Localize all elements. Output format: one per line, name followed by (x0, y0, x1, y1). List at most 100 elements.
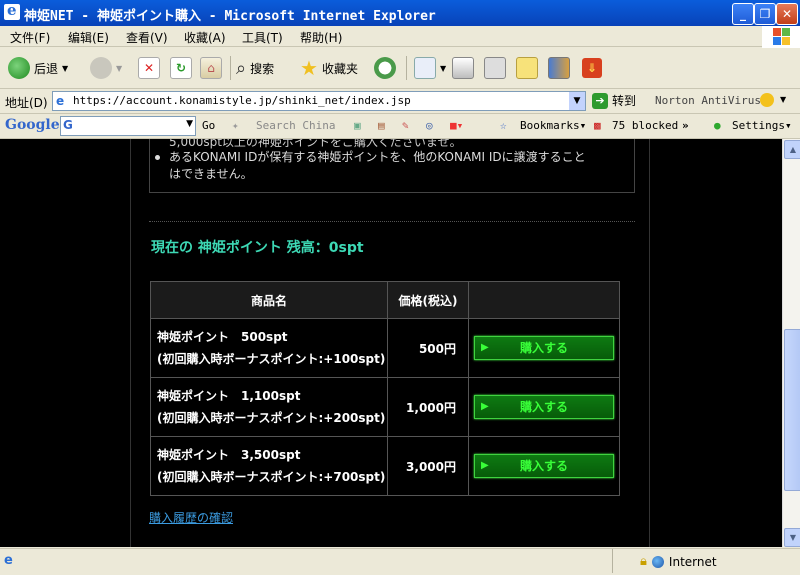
history-button[interactable] (374, 54, 396, 82)
home-icon: ⌂ (200, 57, 222, 79)
google-go-button[interactable]: Go (202, 119, 215, 132)
scroll-thumb[interactable] (784, 329, 800, 491)
minimize-button[interactable]: _ (732, 3, 754, 25)
google-apps-icon[interactable]: ■▾ (450, 119, 463, 132)
content-column: 5,000spt以上の神姫ポイントをご購入くださいませ。 あるKONAMI ID… (130, 139, 650, 547)
security-zone: 🔒︎ Internet (640, 554, 717, 569)
google-news-icon[interactable]: ▣ (354, 119, 361, 132)
google-input-dropdown-icon[interactable]: ▼ (186, 119, 193, 129)
play-arrow-icon: ▶ (481, 401, 489, 412)
buy-button-label: 購入する (519, 341, 568, 355)
popup-blocked-count[interactable]: 75 blocked (612, 119, 678, 132)
edit-button[interactable] (484, 54, 506, 82)
close-button[interactable]: ✕ (776, 3, 798, 25)
menu-tools[interactable]: 工具(T) (242, 29, 283, 46)
buy-button-label: 購入する (519, 459, 568, 473)
product-bonus: (初回購入時ボーナスポイント:+700spt) (157, 470, 386, 484)
buy-cell: ▶ 購入する (468, 436, 620, 496)
globe-icon (651, 555, 664, 568)
vertical-scrollbar[interactable]: ▲ ▼ (782, 139, 800, 547)
refresh-icon: ↻ (170, 57, 192, 79)
table-row: 神姫ポイント 3,500spt (初回購入時ボーナスポイント:+700spt) … (150, 436, 620, 496)
play-arrow-icon: ▶ (481, 460, 489, 471)
printer-icon (452, 57, 474, 79)
stop-button[interactable]: ✕ (138, 54, 160, 82)
bookmarks-star-icon: ☆ (500, 119, 507, 132)
back-arrow-icon (8, 57, 30, 79)
norton-dropdown-icon[interactable]: ▼ (780, 95, 786, 104)
page-icon: e (56, 94, 65, 108)
product-price: 500円 (387, 318, 469, 378)
refresh-button[interactable]: ↻ (170, 54, 192, 82)
product-table: 商品名 価格(税込) 神姫ポイント 500spt (初回購入時ボーナスポイント:… (150, 281, 620, 496)
menu-edit[interactable]: 编辑(E) (68, 29, 109, 46)
product-price: 3,000円 (387, 436, 469, 496)
buy-button[interactable]: ▶ 購入する (474, 395, 614, 419)
forward-button[interactable]: ▼ (90, 54, 122, 82)
product-name-cell: 神姫ポイント 3,500spt (初回購入時ボーナスポイント:+700spt) (150, 436, 388, 496)
address-bar: 地址(D) e https://account.konamistyle.jp/s… (0, 89, 800, 114)
google-page-icon[interactable]: ▤ (378, 119, 385, 132)
norton-icon[interactable] (760, 93, 774, 107)
buy-button[interactable]: ▶ 購入する (474, 454, 614, 478)
go-arrow-icon: ➔ (592, 92, 608, 109)
menu-view[interactable]: 查看(V) (126, 29, 168, 46)
more-chevron-icon[interactable]: » (682, 119, 689, 132)
menu-file[interactable]: 文件(F) (10, 29, 50, 46)
table-header-row: 商品名 価格(税込) (150, 281, 620, 319)
product-name: 神姫ポイント 500spt (157, 330, 288, 344)
star-icon: ★ (300, 56, 318, 80)
google-logo: Google (5, 117, 60, 133)
google-compass-icon[interactable]: ◎ (426, 119, 433, 132)
download-arrow-icon: ⇓ (582, 58, 602, 78)
bookmarks-button[interactable]: Bookmarks▾ (520, 119, 586, 132)
toolbar: 后退 ▼ ▼ ✕ ↻ ⌂ ⌕ 搜索 ★ 收藏夹 ▼ ⇓ (0, 48, 800, 89)
forward-arrow-icon (90, 57, 112, 79)
settings-button[interactable]: Settings▾ (732, 119, 792, 132)
status-bar: e 🔒︎ Internet (0, 548, 800, 575)
mail-button[interactable]: ▼ (414, 54, 446, 82)
norton-label: Norton AntiVirus (655, 94, 761, 107)
back-button[interactable]: 后退 ▼ (8, 54, 68, 82)
product-name-cell: 神姫ポイント 500spt (初回購入時ボーナスポイント:+100spt) (150, 318, 388, 378)
favorites-button[interactable]: ★ 收藏夹 (300, 54, 358, 82)
buy-button[interactable]: ▶ 購入する (474, 336, 614, 360)
go-label: 转到 (612, 94, 637, 108)
download-button[interactable]: ⇓ (582, 54, 602, 82)
maximize-button[interactable]: ❐ (754, 3, 776, 25)
google-search-input[interactable]: G ▼ (60, 116, 196, 136)
history-clock-icon (374, 57, 396, 79)
purchase-history-link[interactable]: 購入履歴の確認 (149, 509, 233, 526)
point-balance: 現在の 神姫ポイント 残高：0spt (151, 240, 364, 256)
scroll-up-button[interactable]: ▲ (784, 140, 800, 159)
menu-favorites[interactable]: 收藏(A) (184, 29, 226, 46)
ie-icon (4, 1, 20, 20)
play-arrow-icon: ▶ (481, 342, 489, 353)
search-china-button[interactable]: Search China (256, 119, 335, 132)
scroll-down-button[interactable]: ▼ (784, 528, 800, 547)
page-viewport: 5,000spt以上の神姫ポイントをご購入くださいませ。 あるKONAMI ID… (0, 139, 782, 547)
print-button[interactable] (452, 54, 474, 82)
address-dropdown-icon[interactable]: ▼ (569, 92, 585, 110)
home-button[interactable]: ⌂ (200, 54, 222, 82)
favorites-label: 收藏夹 (321, 61, 358, 76)
discuss-button[interactable] (516, 54, 538, 82)
table-row: 神姫ポイント 500spt (初回購入時ボーナスポイント:+100spt) 50… (150, 318, 620, 378)
product-name-cell: 神姫ポイント 1,100spt (初回購入時ボーナスポイント:+200spt) (150, 377, 388, 437)
google-g-icon: G (63, 118, 73, 132)
google-puzzle-icon[interactable]: ✦ (232, 119, 239, 132)
menu-help[interactable]: 帮助(H) (300, 29, 342, 46)
address-input[interactable]: e https://account.konamistyle.jp/shinki_… (52, 91, 586, 111)
notice-list-item: あるKONAMI IDが保有する神姫ポイントを、他のKONAMI IDに譲渡する… (155, 149, 589, 183)
mail-icon (414, 57, 436, 79)
stop-icon: ✕ (138, 57, 160, 79)
research-button[interactable] (548, 54, 570, 82)
google-highlight-icon[interactable]: ✎ (402, 119, 409, 132)
google-toolbar: Google G ▼ Go ✦ Search China ▣ ▤ ✎ ◎ ■▾ … (0, 114, 800, 139)
search-button[interactable]: ⌕ 搜索 (236, 54, 274, 82)
header-product-name: 商品名 (150, 281, 388, 319)
buy-cell: ▶ 購入する (468, 377, 620, 437)
product-bonus: (初回購入時ボーナスポイント:+200spt) (157, 411, 386, 425)
go-button[interactable]: ➔ 转到 (592, 92, 636, 109)
title-bar: 神姫NET - 神姫ポイント購入 - Microsoft Internet Ex… (0, 0, 800, 26)
